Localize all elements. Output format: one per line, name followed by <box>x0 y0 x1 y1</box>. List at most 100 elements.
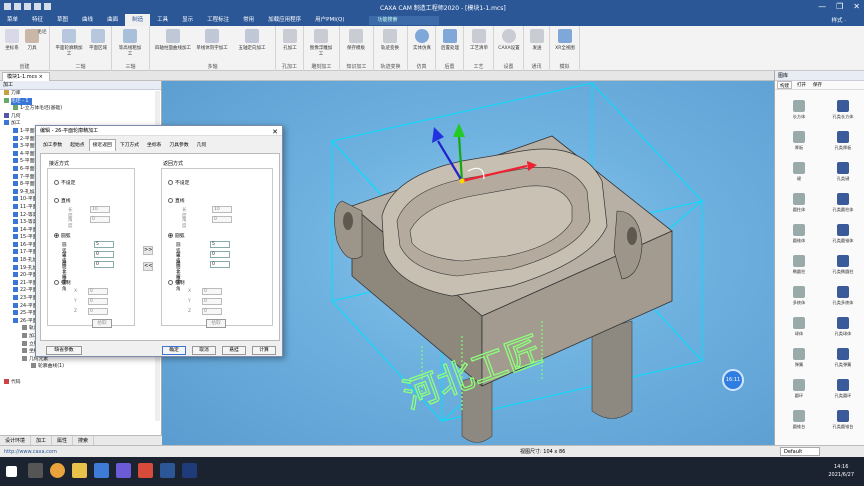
library-item[interactable]: 孔类键 <box>823 159 863 187</box>
menu-display[interactable]: 显示 <box>175 14 200 26</box>
library-item[interactable]: 孔类厚板 <box>823 128 863 156</box>
approach-force-radio[interactable]: 强制 <box>54 279 71 286</box>
view-badge[interactable]: 16:11 <box>722 369 744 391</box>
approach-line-angle-input[interactable]: 0 <box>90 216 110 223</box>
tab-approach-retract[interactable]: 接近返回 <box>88 139 116 151</box>
retract-arc-radio[interactable]: 圆弧 <box>168 232 185 239</box>
process-list-button[interactable]: 工艺清单 <box>467 29 491 51</box>
copy-to-right-button[interactable]: >> <box>143 246 153 255</box>
approach-arc-angle-input[interactable]: 0 <box>94 251 114 258</box>
menu-addins[interactable]: 加载应用程序 <box>261 14 308 26</box>
solid-simulation-button[interactable]: 实体仿真 <box>410 29 434 51</box>
close-button[interactable]: ✕ <box>853 2 860 11</box>
search-input[interactable]: 功能搜索 <box>369 15 440 25</box>
retract-force-x-input[interactable]: 0 <box>202 288 222 295</box>
caxa-icon[interactable] <box>160 463 175 478</box>
send-button[interactable]: 发送 <box>525 29 549 51</box>
app2-icon[interactable] <box>116 463 131 478</box>
approach-force-x-input[interactable]: 0 <box>88 288 108 295</box>
library-item[interactable]: 孔类圆锥体 <box>823 221 863 249</box>
library-item[interactable]: 孔类圆柱体 <box>823 190 863 218</box>
menu-feature[interactable]: 特征 <box>25 14 50 26</box>
library-item[interactable]: 多棱体 <box>779 283 819 311</box>
library-item[interactable]: 弹簧 <box>779 345 819 373</box>
library-item[interactable]: 厚板 <box>779 128 819 156</box>
menu-curve[interactable]: 曲线 <box>75 14 100 26</box>
tab-plunge[interactable]: 下刀方式 <box>116 139 143 151</box>
menu-surface[interactable]: 曲面 <box>100 14 125 26</box>
document-tab[interactable]: 模块1-1.mcs × <box>2 72 50 81</box>
retract-force-z-input[interactable]: 0 <box>202 308 222 315</box>
tab-search[interactable]: 搜索 <box>73 436 95 445</box>
library-item[interactable]: 圆柱体 <box>779 190 819 218</box>
menu-common[interactable]: 常用 <box>236 14 261 26</box>
tree-row[interactable]: 几何 <box>0 112 161 121</box>
tab-design-env[interactable]: 设计环境 <box>0 436 32 445</box>
tab-machining-params[interactable]: 加工参数 <box>39 139 66 151</box>
cancel-button[interactable]: 取消 <box>192 346 216 355</box>
app3-icon[interactable] <box>138 463 153 478</box>
approach-pick-button[interactable]: 拾取 <box>92 319 112 328</box>
library-item[interactable]: 孔类长方体 <box>823 97 863 125</box>
units-dropdown[interactable]: Default <box>780 447 820 456</box>
approach-force-z-input[interactable]: 0 <box>88 308 108 315</box>
style-dropdown[interactable]: 样式 · <box>832 16 864 24</box>
tab-machining[interactable]: 加工 <box>31 436 53 445</box>
tree-row[interactable]: 代码 <box>0 378 161 387</box>
approach-arc-radius-input[interactable]: 5 <box>94 241 114 248</box>
ok-button[interactable]: 确定 <box>162 346 186 355</box>
approach-force-y-input[interactable]: 0 <box>88 298 108 305</box>
retract-force-y-input[interactable]: 0 <box>202 298 222 305</box>
menu-annotation[interactable]: 工程标注 <box>200 14 236 26</box>
library-item[interactable]: 长方体 <box>779 97 819 125</box>
menu-sketch[interactable]: 草图 <box>50 14 75 26</box>
tab-geometry[interactable]: 几何 <box>193 139 211 151</box>
library-item[interactable]: 圆锥台 <box>779 407 819 435</box>
approach-line-length-input[interactable]: 10 <box>90 206 110 213</box>
trajectory-transform-button[interactable]: 轨迹变换 <box>378 29 402 51</box>
calculate-button[interactable]: 计算 <box>252 346 276 355</box>
contour-rough-button[interactable]: 等高线粗加工 <box>118 29 142 57</box>
library-item[interactable]: 键 <box>779 159 819 187</box>
browser-icon[interactable] <box>50 463 65 478</box>
library-item[interactable]: 孔类弹簧 <box>823 345 863 373</box>
library-item[interactable]: 圆环 <box>779 376 819 404</box>
open-icon[interactable] <box>14 3 21 10</box>
library-item[interactable]: 圆锥体 <box>779 221 819 249</box>
hole-machining-button[interactable]: 孔加工 <box>278 29 302 51</box>
maximize-button[interactable]: ❐ <box>836 2 843 11</box>
xr-view-button[interactable]: XR全视图 <box>553 29 577 51</box>
retract-arc-angle-input[interactable]: 0 <box>210 251 230 258</box>
five-axis-oriented-button[interactable]: 五轴定向加工 <box>234 29 270 51</box>
tree-row[interactable]: 刀库 <box>0 90 161 98</box>
retract-line-angle-input[interactable]: 0 <box>212 216 232 223</box>
menu-tools[interactable]: 工具 <box>150 14 175 26</box>
retract-pick-button[interactable]: 拾取 <box>206 319 226 328</box>
defaults-button[interactable]: 缺省参数 <box>46 346 82 355</box>
menu-manufacture[interactable]: 制造 <box>125 14 151 26</box>
tab-save[interactable]: 保存 <box>811 81 824 89</box>
library-item[interactable]: 孔类圆环 <box>823 376 863 404</box>
retract-line-radio[interactable]: 直线 <box>168 197 185 204</box>
new-icon[interactable] <box>4 3 11 10</box>
hang-button[interactable]: 悬挂 <box>222 346 246 355</box>
copy-to-left-button[interactable]: << <box>143 262 153 271</box>
retract-force-radio[interactable]: 强制 <box>168 279 185 286</box>
library-item[interactable]: 椭圆柱 <box>779 252 819 280</box>
tree-row[interactable]: 毛坯 - 1 <box>0 97 161 106</box>
four-axis-curve-button[interactable]: 四轴柱面曲线加工 <box>154 29 192 51</box>
plane-area-button[interactable]: 平面区域 <box>86 29 110 51</box>
tree-row[interactable]: 轮廓曲线(1) <box>0 363 161 371</box>
library-item[interactable]: 孔类圆锥台 <box>823 407 863 435</box>
save-icon[interactable] <box>24 3 31 10</box>
post-process-button[interactable]: 后置处理 <box>438 29 462 51</box>
caxa-settings-button[interactable]: CAXA设置 <box>497 29 521 51</box>
retract-arc-radius-input[interactable]: 5 <box>210 241 230 248</box>
tab-open[interactable]: 打开 <box>795 81 808 89</box>
approach-arc-ext-input[interactable]: 0 <box>94 261 114 268</box>
app-icon[interactable] <box>94 463 109 478</box>
approach-line-radio[interactable]: 直线 <box>54 197 71 204</box>
approach-arc-radio[interactable]: 圆弧 <box>54 232 71 239</box>
menu-user-pmi[interactable]: 用户PMI(Q) <box>308 14 351 26</box>
blank-button[interactable]: 毛坯 <box>34 29 50 35</box>
